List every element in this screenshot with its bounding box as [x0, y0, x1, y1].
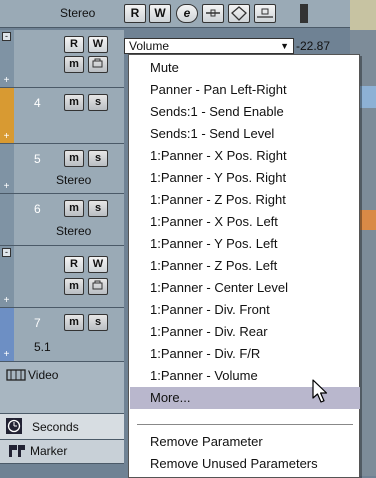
- menu-item[interactable]: 1:Panner - Y Pos. Right: [130, 167, 360, 189]
- meter-bar: [300, 4, 308, 23]
- mute-button[interactable]: m: [64, 94, 84, 111]
- menu-item[interactable]: 1:Panner - Div. Rear: [130, 321, 360, 343]
- menu-item[interactable]: 1:Panner - X Pos. Left: [130, 211, 360, 233]
- menu-item[interactable]: Sends:1 - Send Enable: [130, 101, 360, 123]
- menu-item[interactable]: 1:Panner - Div. F/R: [130, 343, 360, 365]
- clock-icon: [6, 418, 22, 437]
- lock-icon[interactable]: [88, 56, 108, 73]
- menu-item[interactable]: 1:Panner - X Pos. Right: [130, 145, 360, 167]
- route-icon[interactable]: [228, 4, 250, 23]
- edit-button[interactable]: e: [176, 4, 198, 23]
- track-name: 5.1: [34, 340, 51, 354]
- marker-track[interactable]: Marker: [0, 440, 124, 464]
- track-5[interactable]: + 5 m s Stereo: [0, 144, 124, 194]
- mute-button[interactable]: m: [64, 150, 84, 167]
- marker-icon: [8, 444, 26, 461]
- menu-item[interactable]: 1:Panner - Center Level: [130, 277, 360, 299]
- write-button[interactable]: W: [88, 36, 108, 53]
- automation-track-volume[interactable]: - + R W m: [0, 30, 124, 88]
- track-name: Stereo: [60, 6, 96, 20]
- track-name: Seconds: [32, 420, 79, 434]
- track-color-strip: [0, 194, 14, 245]
- ruler-track-seconds[interactable]: Seconds: [0, 414, 124, 440]
- read-button[interactable]: R: [64, 36, 84, 53]
- menu-item[interactable]: Panner - Pan Left-Right: [130, 79, 360, 101]
- chevron-down-icon: ▼: [280, 41, 289, 51]
- parameter-menu: Mute Panner - Pan Left-Right Sends:1 - S…: [128, 54, 360, 478]
- track-stereo-top[interactable]: Stereo R W e: [0, 0, 376, 28]
- track-number: 6: [34, 202, 41, 216]
- solo-button[interactable]: s: [88, 200, 108, 217]
- menu-item[interactable]: 1:Panner - Z Pos. Left: [130, 255, 360, 277]
- track-number: 5: [34, 152, 41, 166]
- menu-item[interactable]: 1:Panner - Y Pos. Left: [130, 233, 360, 255]
- mute-button[interactable]: m: [64, 200, 84, 217]
- menu-item-mute[interactable]: Mute: [130, 57, 360, 79]
- film-icon: [6, 368, 26, 385]
- track-name: Stereo: [56, 224, 92, 238]
- parameter-select-value: Volume: [129, 39, 170, 53]
- expand-icon[interactable]: +: [2, 296, 11, 306]
- mouse-cursor-icon: [312, 379, 330, 408]
- menu-item[interactable]: Sends:1 - Send Level: [130, 123, 360, 145]
- track-4[interactable]: + 4 m s: [0, 88, 124, 144]
- mute-button[interactable]: m: [64, 56, 84, 73]
- expand-icon[interactable]: +: [2, 132, 11, 142]
- read-button[interactable]: R: [124, 4, 146, 23]
- menu-item-remove-parameter[interactable]: Remove Parameter: [130, 431, 360, 453]
- write-button[interactable]: W: [88, 256, 108, 273]
- mute-button[interactable]: m: [64, 278, 84, 295]
- track-number: 4: [34, 96, 41, 110]
- solo-button[interactable]: s: [88, 94, 108, 111]
- menu-item[interactable]: 1:Panner - Z Pos. Right: [130, 189, 360, 211]
- menu-separator: [137, 424, 353, 425]
- automation-track[interactable]: - + R W m: [0, 246, 124, 308]
- eq-icon[interactable]: [254, 4, 276, 23]
- collapse-icon[interactable]: -: [2, 32, 11, 41]
- solo-button[interactable]: s: [88, 150, 108, 167]
- insert-icon[interactable]: [202, 4, 224, 23]
- expand-icon[interactable]: +: [2, 76, 11, 86]
- read-button[interactable]: R: [64, 256, 84, 273]
- parameter-value: -22.87: [296, 39, 331, 53]
- track-name: Stereo: [56, 173, 92, 187]
- video-track[interactable]: Video: [0, 362, 124, 414]
- track-7[interactable]: + 7 m s 5.1: [0, 308, 124, 362]
- track-6[interactable]: 6 m s Stereo: [0, 194, 124, 246]
- event-clip[interactable]: [350, 0, 376, 30]
- track-name: Video: [28, 368, 59, 382]
- mute-button[interactable]: m: [64, 314, 84, 331]
- menu-item[interactable]: 1:Panner - Div. Front: [130, 299, 360, 321]
- lock-icon[interactable]: [88, 278, 108, 295]
- parameter-select[interactable]: Volume ▼: [124, 38, 294, 54]
- write-button[interactable]: W: [149, 4, 171, 23]
- track-name: Marker: [30, 444, 68, 458]
- expand-icon[interactable]: +: [2, 182, 11, 192]
- menu-item-remove-unused-parameters[interactable]: Remove Unused Parameters: [130, 453, 360, 475]
- expand-icon[interactable]: +: [2, 350, 11, 360]
- track-number: 7: [34, 316, 41, 330]
- solo-button[interactable]: s: [88, 314, 108, 331]
- collapse-icon[interactable]: -: [2, 248, 11, 257]
